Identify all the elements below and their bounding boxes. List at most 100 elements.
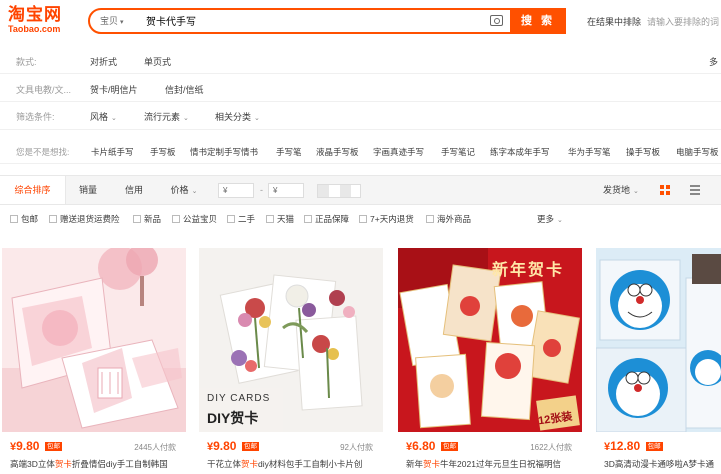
checkbox-icon xyxy=(359,215,367,223)
dropdown-label: 相关分类 xyxy=(215,112,252,122)
product-title[interactable]: 3D高清动漫卡通哆啦A梦卡通 xyxy=(604,458,721,470)
dropdown-label: 流行元素 xyxy=(144,112,181,122)
product-price: ¥9.80 xyxy=(10,439,40,453)
chevron-down-icon: ⌄ xyxy=(191,188,198,195)
checkbox-label: 新品 xyxy=(144,214,162,224)
product-card[interactable]: DIY CARDS DIY贺卡 ¥9.80 包邮 92人付款 干花立体贺卡diy… xyxy=(199,248,383,474)
product-card[interactable]: 新年贺卡 12张装 ¥6.80 包邮 1622人付款 新年贺卡牛年2021过年元… xyxy=(398,248,582,474)
logo-cn: 淘宝网 xyxy=(8,5,62,25)
product-image[interactable]: DIY CARDS DIY贺卡 xyxy=(199,248,383,432)
sort-tab-credit[interactable]: 信用 xyxy=(116,176,152,204)
product-image[interactable]: 新年贺卡 12张装 xyxy=(398,248,582,432)
exclude-label: 在结果中排除 xyxy=(587,17,642,27)
product-image[interactable] xyxy=(596,248,721,432)
checkbox-icon xyxy=(172,215,180,223)
filter-option[interactable]: 单页式 xyxy=(144,55,171,68)
checkbox-label: 二手 xyxy=(238,214,256,224)
product-price: ¥12.80 xyxy=(604,439,641,453)
product-title[interactable]: 干花立体贺卡diy材料包手工自制小卡片创 xyxy=(207,458,377,470)
suggestion-item[interactable]: 情书定制手写情书 xyxy=(190,146,258,158)
filter-dropdown-style[interactable]: 风格 ⌄ xyxy=(90,110,117,123)
product-image[interactable] xyxy=(2,248,186,432)
suggestion-item[interactable]: 液晶手写板 xyxy=(316,146,359,158)
sort-tab-sales[interactable]: 销量 xyxy=(70,176,106,204)
price-line: ¥12.80 包邮 xyxy=(604,439,721,453)
sort-tab-price[interactable]: 价格 ⌄ xyxy=(162,176,206,204)
suggestion-item[interactable]: 练字本成年手写 xyxy=(490,146,550,158)
camera-icon[interactable] xyxy=(490,15,503,26)
filter-option[interactable]: 贺卡/明信片 xyxy=(90,83,138,96)
price-range-slider[interactable] xyxy=(317,184,361,198)
checkbox-icon xyxy=(304,215,312,223)
suggestion-item[interactable]: 操手写板 xyxy=(626,146,660,158)
ship-from-dropdown[interactable]: 发货地 ⌄ xyxy=(603,176,639,206)
image-caption-cn: DIY贺卡 xyxy=(207,410,259,426)
product-title[interactable]: 高端3D立体贺卡折叠情侣diy手工自制韩国 xyxy=(10,458,180,470)
chevron-down-icon: ⌄ xyxy=(633,188,639,195)
checkbox-label: 赠送退货运费险 xyxy=(60,214,120,224)
filter-more[interactable]: 多 xyxy=(709,55,718,68)
sold-count: 1622人付款 xyxy=(530,443,572,452)
product-card[interactable]: ¥9.80 包邮 2445人付款 高端3D立体贺卡折叠情侣diy手工自制韩国 xyxy=(2,248,186,474)
checkbox-charity[interactable]: 公益宝贝 xyxy=(172,213,217,225)
suggestion-item[interactable]: 手写笔记 xyxy=(441,146,475,158)
doraemon-card-illustration xyxy=(596,248,721,432)
filter-dropdown-elements[interactable]: 流行元素 ⌄ xyxy=(144,110,189,123)
checkbox-authentic[interactable]: 正品保障 xyxy=(304,213,349,225)
sold-count: 92人付款 xyxy=(340,443,373,452)
sort-bar: 综合排序 销量 信用 价格 ⌄ ¥ - ¥ 发货地 ⌄ xyxy=(0,175,721,205)
search-button[interactable]: 搜 索 xyxy=(510,8,566,34)
chevron-down-icon: ⌄ xyxy=(254,115,260,122)
search-input[interactable]: 贺卡代手写 xyxy=(146,13,196,28)
suggestion-item[interactable]: 卡片纸手写 xyxy=(91,146,134,158)
checkbox-free-shipping[interactable]: 包邮 xyxy=(10,213,38,225)
suggestion-item[interactable]: 手写笔 xyxy=(276,146,302,158)
suggestion-item[interactable]: 字画真迹手写 xyxy=(373,146,424,158)
list-view-icon[interactable] xyxy=(690,185,700,195)
more-filters-button[interactable]: 更多 ⌄ xyxy=(537,213,563,225)
chevron-down-icon: ▾ xyxy=(120,19,124,26)
suggestion-label: 您是不是想找: xyxy=(16,147,70,157)
sort-tab-default[interactable]: 综合排序 xyxy=(0,176,66,204)
filter-dropdown-category[interactable]: 相关分类 ⌄ xyxy=(215,110,260,123)
search-type-dropdown[interactable]: 宝贝 ▾ xyxy=(100,14,124,27)
filter-option[interactable]: 信封/信纸 xyxy=(165,83,204,96)
filter-label-conditions: 筛选条件: xyxy=(16,112,55,122)
free-shipping-badge: 包邮 xyxy=(441,442,458,451)
price-line: ¥6.80 包邮 1622人付款 xyxy=(406,439,582,453)
checkbox-label: 包邮 xyxy=(21,214,39,224)
filter-row-conditions: 筛选条件: 风格 ⌄ 流行元素 ⌄ 相关分类 ⌄ xyxy=(0,102,721,130)
image-caption-en: DIY CARDS xyxy=(207,393,271,404)
filter-option[interactable]: 对折式 xyxy=(90,55,117,68)
checkbox-label: 正品保障 xyxy=(315,214,350,224)
suggestion-item[interactable]: 华为手写笔 xyxy=(568,146,611,158)
checkbox-new[interactable]: 新品 xyxy=(133,213,161,225)
checkbox-7day-return[interactable]: 7+天内退货 xyxy=(359,213,414,225)
free-shipping-badge: 包邮 xyxy=(242,442,259,451)
slider-segment xyxy=(340,185,351,197)
product-title[interactable]: 新年贺卡牛年2021过年元旦生日祝福明信 xyxy=(406,458,576,470)
taobao-logo[interactable]: 淘宝网 Taobao.com xyxy=(8,7,72,35)
suggestion-item[interactable]: 电脑手写板 xyxy=(676,146,719,158)
dropdown-label: 风格 xyxy=(90,112,109,122)
filter-label-category: 文具电教/文... xyxy=(16,85,72,95)
suggestion-item[interactable]: 手写板 xyxy=(150,146,176,158)
free-shipping-badge: 包邮 xyxy=(45,442,62,451)
checkbox-overseas[interactable]: 海外商品 xyxy=(426,213,471,225)
free-shipping-badge: 包邮 xyxy=(645,442,663,451)
product-price: ¥6.80 xyxy=(406,439,436,453)
ship-from-label: 发货地 xyxy=(603,185,631,195)
chevron-down-icon: ⌄ xyxy=(111,115,117,122)
price-min-input[interactable]: ¥ xyxy=(218,183,254,198)
more-label: 更多 xyxy=(537,214,555,224)
product-card[interactable]: ¥12.80 包邮 3D高清动漫卡通哆啦A梦卡通 xyxy=(596,248,721,474)
price-max-input[interactable]: ¥ xyxy=(268,183,304,198)
grid-view-icon[interactable] xyxy=(660,185,670,195)
checkbox-tmall[interactable]: 天猫 xyxy=(266,213,294,225)
checkbox-icon xyxy=(133,215,141,223)
sold-count: 2445人付款 xyxy=(134,443,176,452)
checkbox-secondhand[interactable]: 二手 xyxy=(227,213,255,225)
checkbox-return-insurance[interactable]: 赠送退货运费险 xyxy=(49,213,120,225)
exclude-input[interactable]: 请输入要排除的词 xyxy=(647,15,719,28)
search-box: 宝贝 ▾ 贺卡代手写 搜 索 xyxy=(88,8,566,34)
